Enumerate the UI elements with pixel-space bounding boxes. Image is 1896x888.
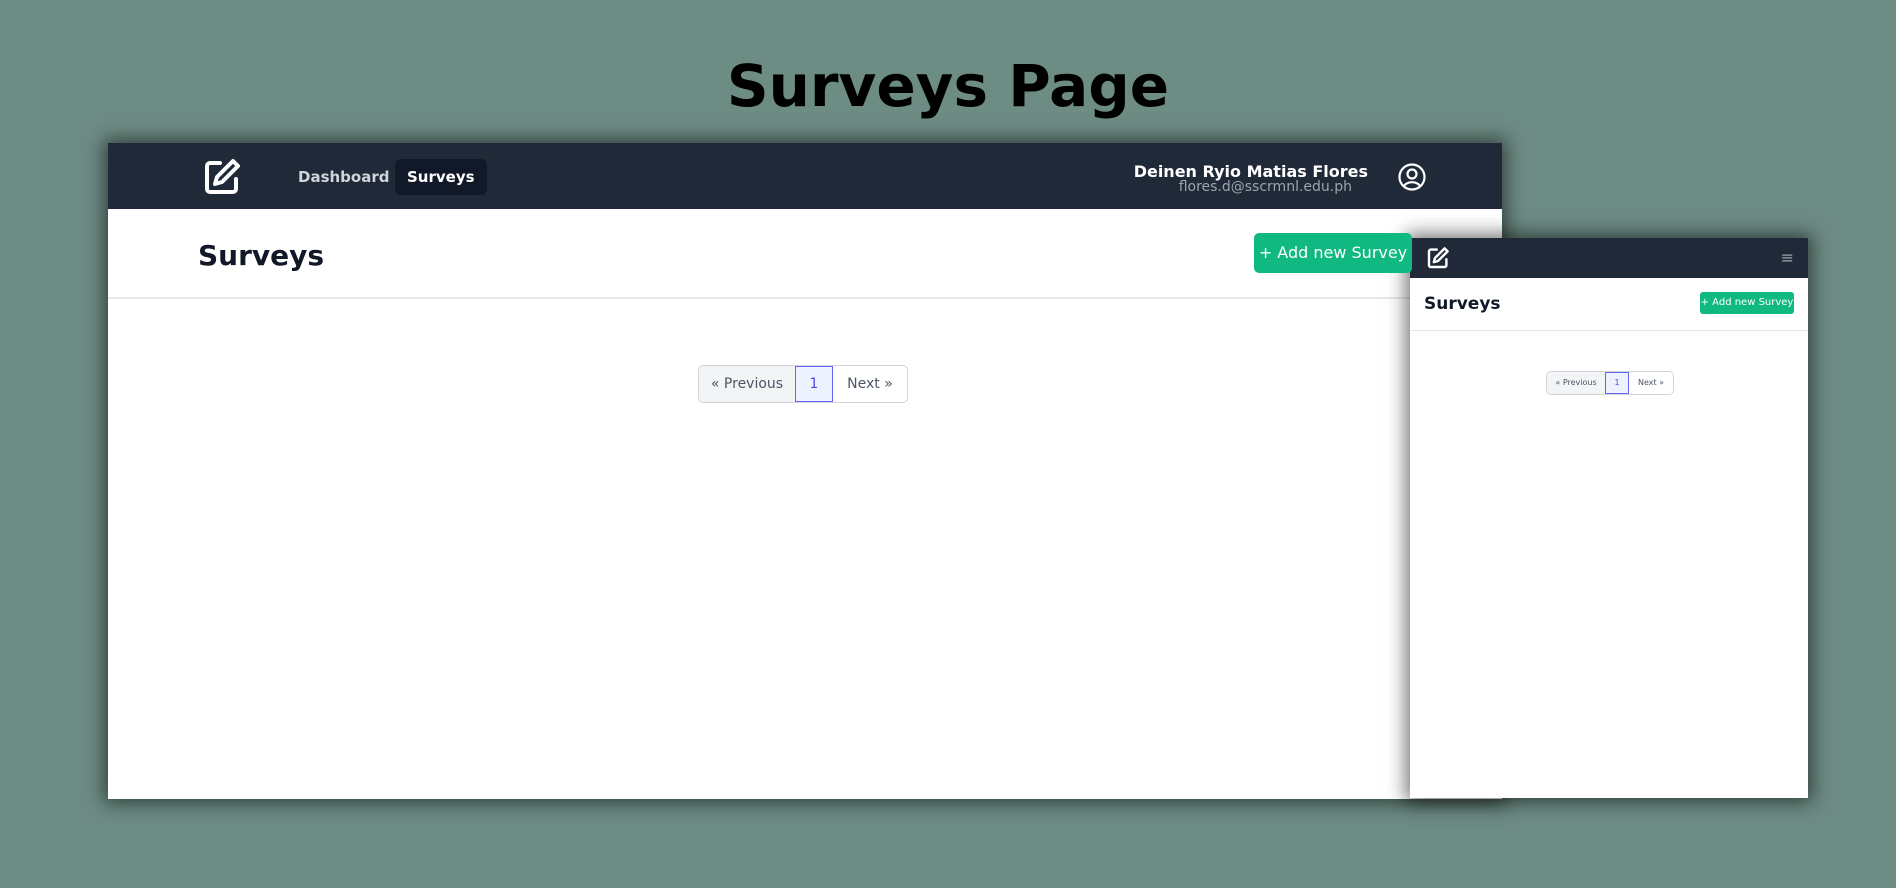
- hamburger-menu-icon[interactable]: ≡: [1781, 248, 1794, 268]
- pencil-square-icon[interactable]: [202, 157, 242, 197]
- top-navbar: Dashboard Surveys Deinen Ryio Matias Flo…: [108, 143, 1502, 209]
- mobile-pagination-next[interactable]: Next »: [1629, 372, 1673, 394]
- mobile-navbar: ≡: [1410, 238, 1808, 278]
- pagination-page-current[interactable]: 1: [795, 366, 833, 402]
- nav-link-dashboard[interactable]: Dashboard: [286, 159, 401, 195]
- mobile-pagination: « Previous 1 Next »: [1546, 371, 1674, 395]
- mobile-page-header: Surveys + Add new Survey: [1410, 278, 1808, 331]
- user-circle-icon[interactable]: [1397, 162, 1427, 192]
- page-headline: Surveys Page: [726, 52, 1170, 120]
- mobile-window: ≡ Surveys + Add new Survey « Previous 1 …: [1410, 238, 1808, 798]
- mobile-page-title: Surveys: [1424, 294, 1501, 314]
- mobile-pagination-previous[interactable]: « Previous: [1547, 372, 1605, 394]
- pagination: « Previous 1 Next »: [698, 365, 908, 403]
- mobile-pagination-page-current[interactable]: 1: [1605, 372, 1629, 394]
- pagination-previous[interactable]: « Previous: [699, 366, 795, 402]
- mobile-add-survey-button[interactable]: + Add new Survey: [1700, 292, 1794, 314]
- user-email: flores.d@sscrmnl.edu.ph: [1178, 179, 1352, 195]
- add-survey-button[interactable]: + Add new Survey: [1254, 233, 1412, 273]
- pencil-square-icon[interactable]: [1426, 246, 1450, 270]
- nav-link-surveys[interactable]: Surveys: [395, 159, 487, 195]
- page-title: Surveys: [198, 239, 325, 272]
- pagination-next[interactable]: Next »: [833, 366, 907, 402]
